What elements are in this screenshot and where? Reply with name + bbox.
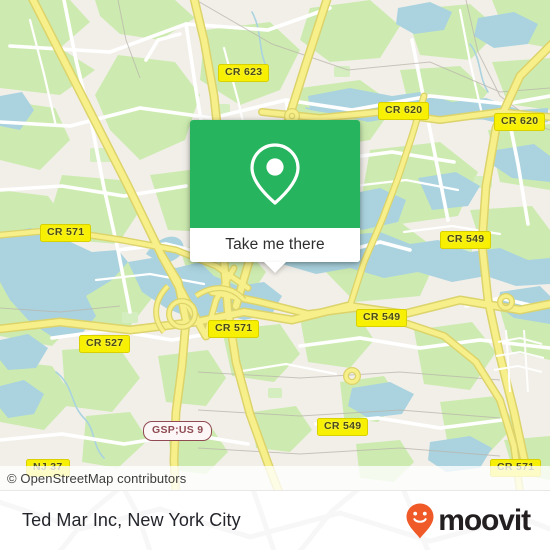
- attribution-text: © OpenStreetMap contributors: [7, 470, 187, 486]
- map-attribution: © OpenStreetMap contributors: [0, 466, 550, 490]
- road-shield-cr549-mid: CR 549: [356, 309, 408, 327]
- page-title: Ted Mar Inc, New York City: [22, 510, 241, 530]
- location-pin-icon: [250, 143, 300, 205]
- road-shield-cr620-west: CR 620: [378, 102, 430, 120]
- road-shield-cr620-east: CR 620: [494, 113, 546, 131]
- road-shield-cr623: CR 623: [218, 64, 270, 82]
- road-shield-cr549-north: CR 549: [440, 231, 492, 249]
- road-shield-cr571-center: CR 571: [208, 320, 260, 338]
- road-shield-gsp-us9: GSP;US 9: [143, 421, 213, 441]
- map-canvas[interactable]: CR 623 CR 620 CR 620 CR 571 CR 549 CR 54…: [0, 0, 550, 490]
- take-me-there-button[interactable]: Take me there: [190, 228, 360, 262]
- moovit-pin-icon: [406, 503, 434, 538]
- footer-bar: Ted Mar Inc, New York City moovit: [0, 490, 550, 550]
- callout-image-area: [190, 120, 360, 228]
- map-screenshot-root: CR 623 CR 620 CR 620 CR 571 CR 549 CR 54…: [0, 0, 550, 550]
- road-shield-cr527: CR 527: [79, 335, 131, 353]
- road-shield-cr571-west: CR 571: [40, 224, 92, 242]
- callout-pointer-tail: [264, 262, 286, 273]
- road-shield-cr549-south: CR 549: [317, 418, 369, 436]
- location-callout-card[interactable]: Take me there: [190, 120, 360, 273]
- moovit-logo[interactable]: moovit: [405, 502, 531, 540]
- moovit-wordmark: moovit: [438, 503, 531, 537]
